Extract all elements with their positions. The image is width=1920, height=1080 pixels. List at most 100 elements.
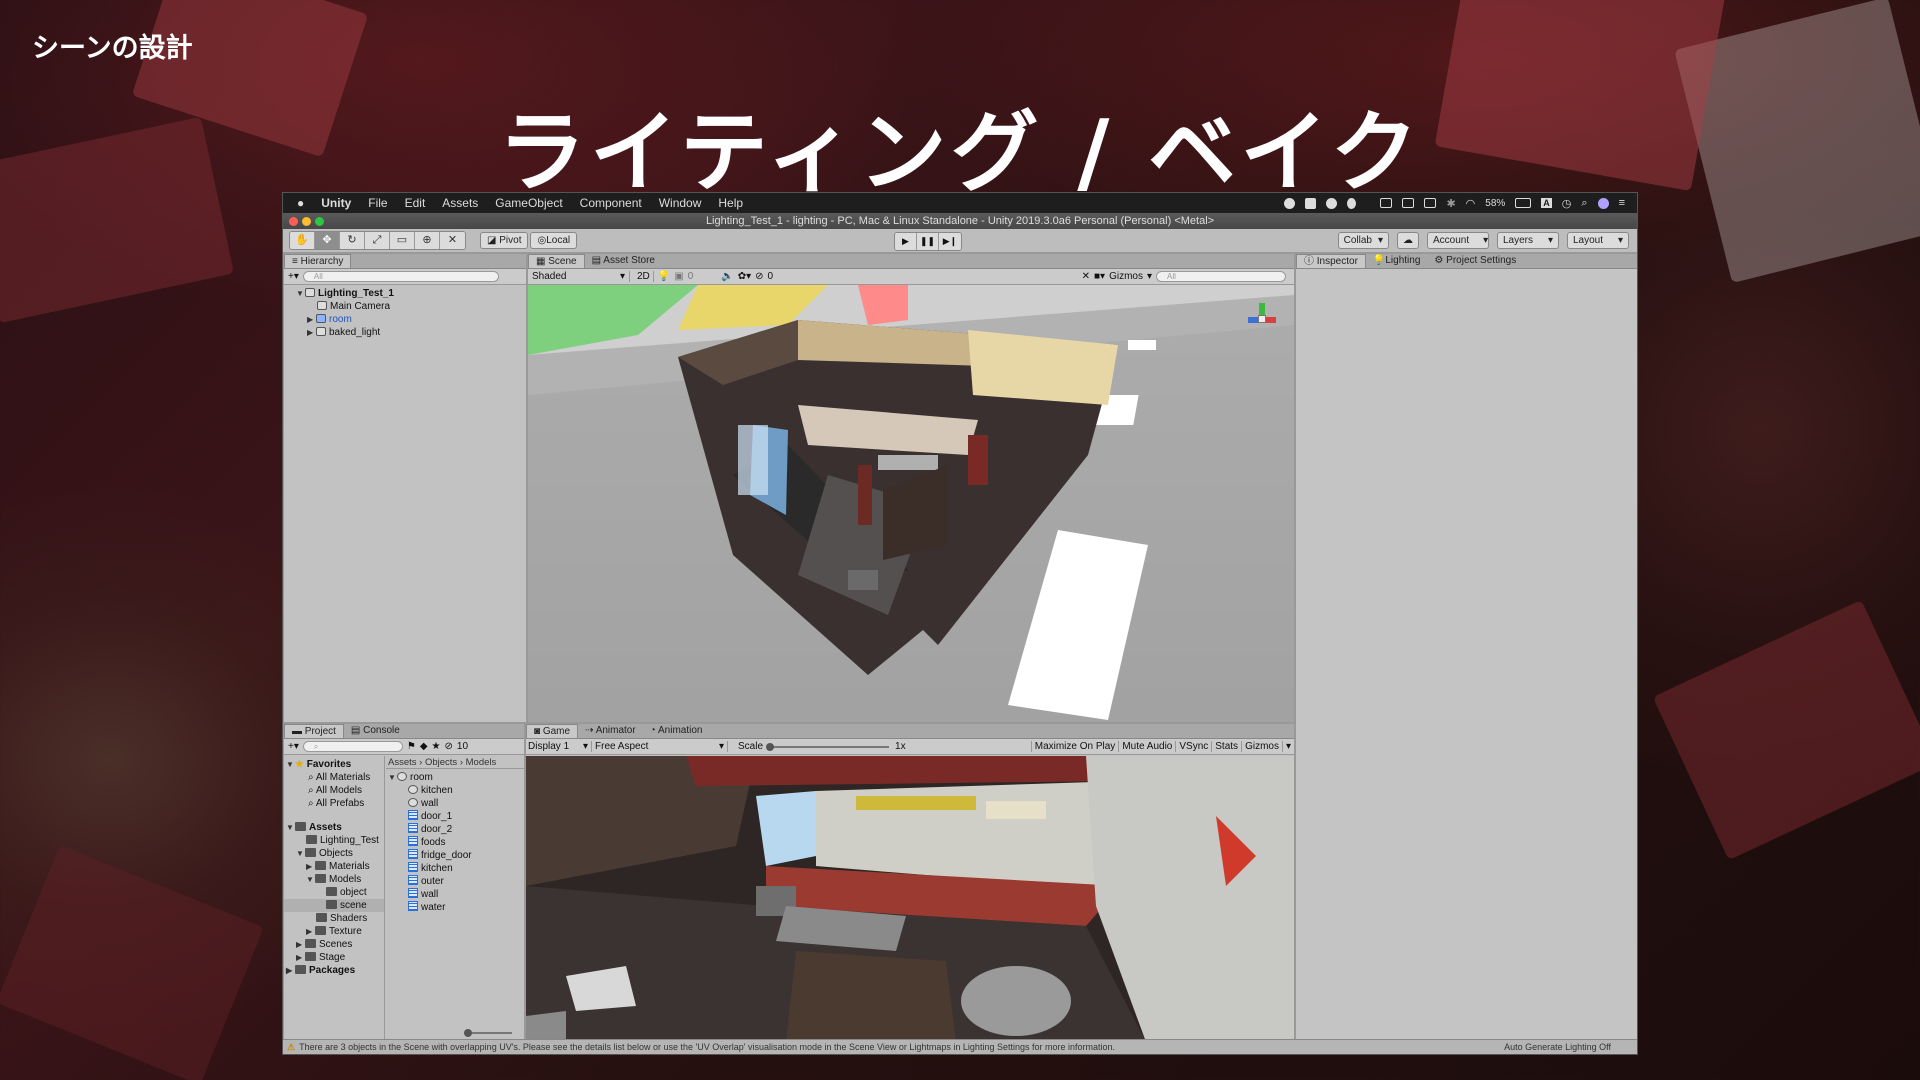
menu-gameobject[interactable]: GameObject [495, 196, 562, 210]
hand-tool-icon[interactable]: ✋ [290, 232, 315, 249]
expand-arrow-icon[interactable]: ▼ [388, 771, 397, 784]
folder-item[interactable]: ▶ Materials [284, 860, 384, 873]
expand-arrow-icon[interactable]: ▶ [307, 313, 316, 326]
expand-arrow-icon[interactable]: ▶ [306, 925, 315, 938]
scale-tool-icon[interactable]: ⤢ [365, 232, 390, 249]
tab-asset-store[interactable]: ▤ Asset Store [585, 254, 662, 268]
scale-slider[interactable] [766, 742, 890, 751]
tab-inspector[interactable]: ⓘ Inspector [1296, 254, 1366, 268]
tab-project-settings[interactable]: ⚙ Project Settings [1427, 254, 1523, 268]
mute-audio-toggle[interactable]: Mute Audio [1118, 741, 1175, 752]
status-app-icon[interactable] [1347, 197, 1357, 209]
favorites-header[interactable]: ▼★ Favorites [284, 758, 384, 771]
pause-icon[interactable]: ❚❚ [917, 233, 939, 250]
breadcrumb-item[interactable]: Models [466, 757, 497, 768]
move-tool-icon[interactable]: ✥ [315, 232, 340, 249]
layout-dropdown[interactable]: Layout ▾ [1567, 232, 1629, 249]
asset-item[interactable]: door_2 [386, 823, 524, 836]
favorite-item[interactable]: ⌕ All Models [284, 784, 384, 797]
input-source-indicator[interactable]: A [1541, 198, 1552, 208]
folder-item[interactable]: ▼ Objects [284, 847, 384, 860]
rotate-tool-icon[interactable]: ↻ [340, 232, 365, 249]
shading-mode-dropdown[interactable]: Shaded ▾ [532, 271, 630, 282]
assets-root[interactable]: ▼ Assets [284, 821, 384, 834]
asset-item[interactable]: fridge_door [386, 849, 524, 862]
tab-hierarchy[interactable]: ≡ Hierarchy [284, 254, 352, 268]
tab-game[interactable]: ◙ Game [526, 724, 579, 738]
step-icon[interactable]: ▶❙ [939, 233, 961, 250]
asset-item[interactable]: outer [386, 875, 524, 888]
2d-toggle[interactable]: 2D [634, 271, 654, 282]
game-viewport[interactable] [526, 756, 1294, 1040]
hierarchy-item-baked-light[interactable]: ▶ baked_light [284, 326, 526, 339]
folder-item[interactable]: ▼ Models [284, 873, 384, 886]
packages-root[interactable]: ▶ Packages [284, 964, 384, 977]
hidden-objects-icon[interactable]: ⊘ [755, 271, 763, 282]
tab-project[interactable]: ▬ Project [284, 724, 344, 738]
menu-file[interactable]: File [368, 196, 387, 210]
project-search-input[interactable]: ⌕ [302, 741, 403, 752]
audio-toggle-icon[interactable]: 🔈 [721, 271, 733, 282]
folder-item[interactable]: Shaders [284, 912, 384, 925]
battery-icon[interactable] [1515, 198, 1532, 208]
breadcrumb-item[interactable]: Assets [388, 757, 417, 768]
expand-arrow-icon[interactable]: ▶ [296, 951, 305, 964]
gizmos-dropdown[interactable]: Gizmos [1109, 271, 1143, 282]
asset-item[interactable]: kitchen [386, 862, 524, 875]
menu-assets[interactable]: Assets [442, 196, 478, 210]
expand-arrow-icon[interactable]: ▼ [286, 821, 295, 834]
folder-item[interactable]: ▶ Texture [284, 925, 384, 938]
menu-component[interactable]: Component [580, 196, 642, 210]
scene-root[interactable]: ▼ Lighting_Test_1 [284, 287, 526, 300]
expand-arrow-icon[interactable]: ▶ [306, 860, 315, 873]
cloud-button[interactable]: ☁ [1397, 232, 1419, 249]
tab-scene[interactable]: ▦ Scene [528, 254, 585, 268]
slider-thumb[interactable] [464, 1029, 472, 1037]
tab-animation[interactable]: ◔ Animation [643, 724, 710, 738]
rect-tool-icon[interactable]: ▭ [390, 232, 415, 249]
layers-dropdown[interactable]: Layers ▾ [1497, 232, 1559, 249]
zoom-window-icon[interactable] [315, 217, 324, 226]
scene-search-input[interactable]: All [1156, 271, 1286, 282]
status-app-icon[interactable] [1424, 198, 1437, 208]
expand-arrow-icon[interactable]: ▼ [296, 287, 305, 300]
folder-item-selected[interactable]: scene [284, 899, 384, 912]
status-app-icon[interactable] [1305, 197, 1317, 209]
tab-animator[interactable]: ⇢ Animator [578, 724, 643, 738]
collab-dropdown[interactable]: Collab ▾ [1337, 232, 1389, 249]
siri-icon[interactable] [1597, 197, 1609, 209]
gizmos-toggle[interactable]: Gizmos [1241, 741, 1282, 752]
asset-item[interactable]: kitchen [386, 784, 524, 797]
tools-icon[interactable]: ✕ [1082, 271, 1090, 282]
custom-tool-icon[interactable]: ✕ [440, 232, 465, 249]
aspect-dropdown[interactable]: Free Aspect ▾ [592, 741, 728, 752]
chevron-down-icon[interactable]: ▾ [1281, 741, 1294, 752]
image-toggle-icon[interactable]: ▣ [674, 271, 683, 282]
apple-menu-icon[interactable]: ● [297, 196, 304, 210]
breadcrumb-item[interactable]: Objects [425, 757, 457, 768]
search-icon[interactable]: ⌕ [1581, 197, 1587, 210]
menu-edit[interactable]: Edit [405, 196, 426, 210]
expand-arrow-icon[interactable]: ▶ [296, 938, 305, 951]
display-icon[interactable] [1380, 198, 1393, 208]
transform-tool-icon[interactable]: ⊕ [415, 232, 440, 249]
expand-arrow-icon[interactable]: ▼ [286, 758, 295, 771]
menu-unity[interactable]: Unity [321, 196, 351, 210]
menu-help[interactable]: Help [718, 196, 743, 210]
status-message[interactable]: There are 3 objects in the Scene with ov… [299, 1042, 1115, 1052]
expand-arrow-icon[interactable]: ▼ [296, 847, 305, 860]
auto-generate-lighting-status[interactable]: Auto Generate Lighting Off [1504, 1040, 1611, 1054]
vsync-toggle[interactable]: VSync [1175, 741, 1211, 752]
account-dropdown[interactable]: Account ▾ [1427, 232, 1489, 249]
asset-item[interactable]: wall [386, 888, 524, 901]
folder-item[interactable]: Lighting_Test [284, 834, 384, 847]
menu-window[interactable]: Window [659, 196, 702, 210]
effects-toggle-icon[interactable]: ✿▾ [738, 271, 751, 282]
scene-viewport[interactable] [528, 285, 1294, 722]
lighting-toggle-icon[interactable]: 💡 [658, 271, 670, 282]
hierarchy-item-main-camera[interactable]: Main Camera [284, 300, 526, 313]
favorite-star-icon[interactable]: ★ [432, 741, 441, 752]
clock-icon[interactable]: ◷ [1562, 197, 1572, 210]
status-app-icon[interactable] [1326, 197, 1338, 209]
create-dropdown-icon[interactable]: +▾ [288, 271, 299, 282]
